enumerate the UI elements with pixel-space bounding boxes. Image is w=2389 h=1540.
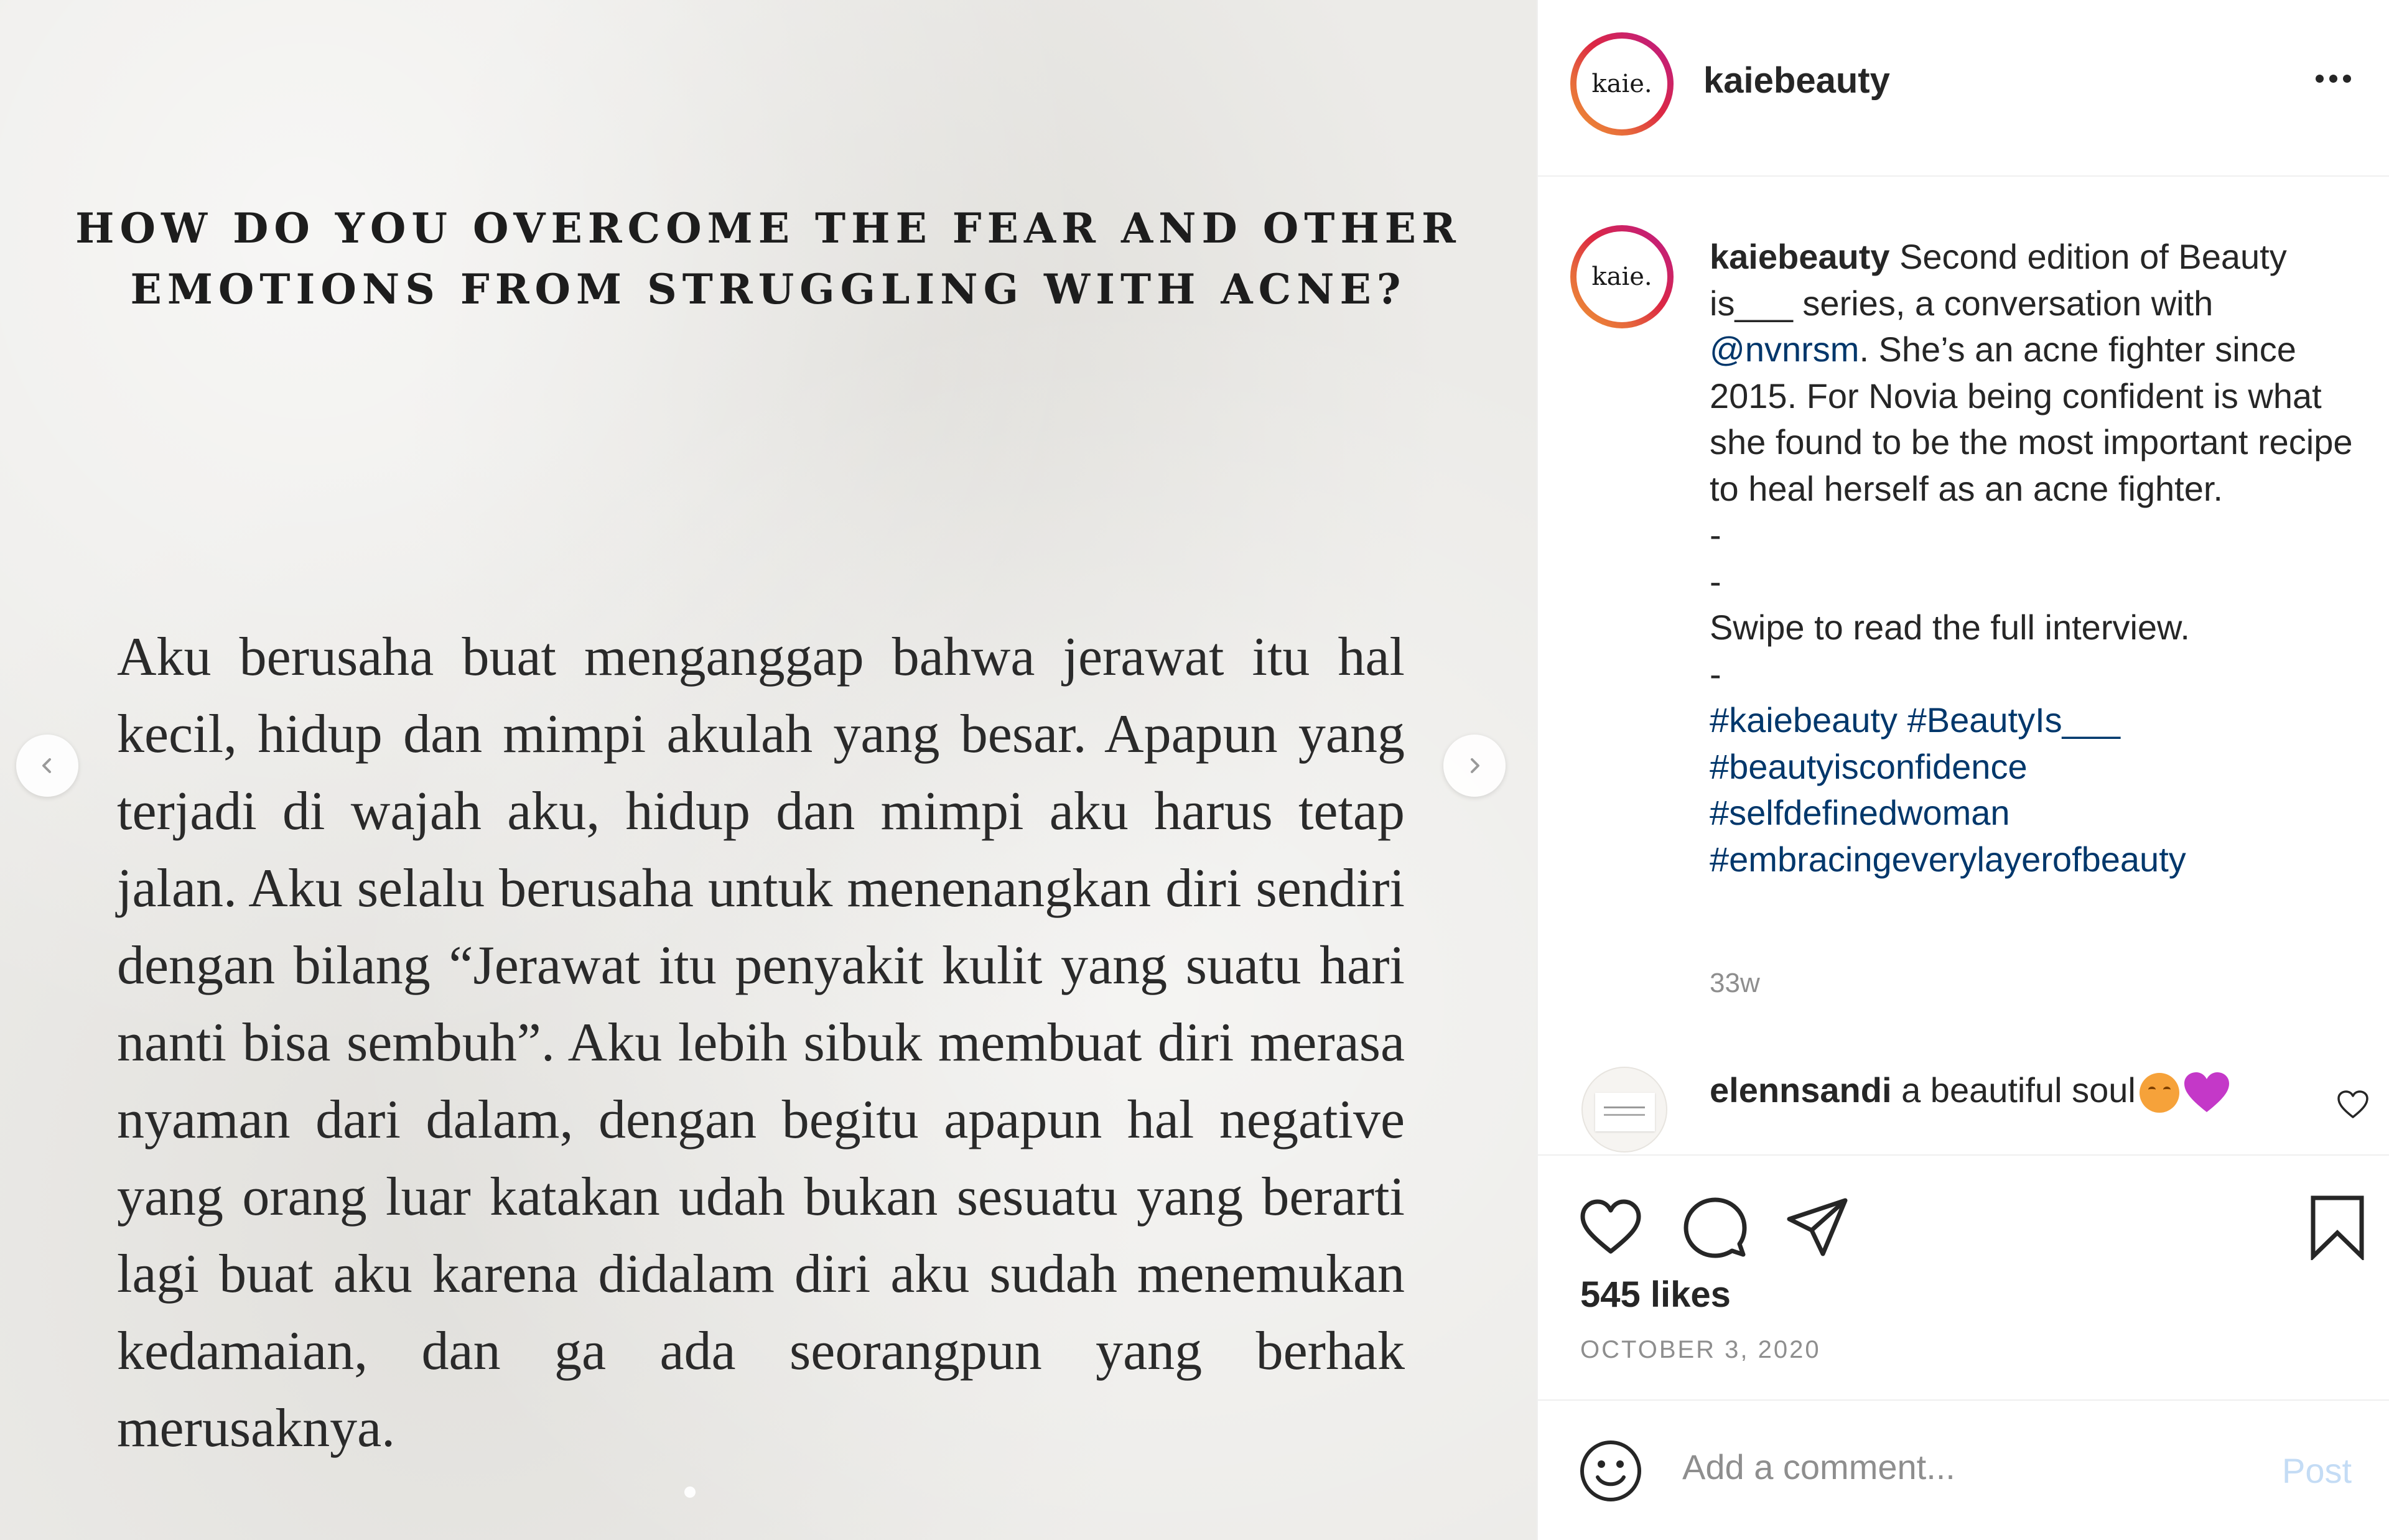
comment-username[interactable]: elennsandi [1710, 1070, 1892, 1110]
chevron-right-icon [1471, 758, 1479, 773]
caption-avatar[interactable]: kaie. [1570, 225, 1674, 328]
caption-swipe-text: Swipe to read the full interview. [1710, 608, 2190, 647]
caption-dash: - [1710, 515, 1721, 554]
smiling-face-emoji [2139, 1073, 2179, 1113]
avatar-logo: kaie. [1576, 39, 1667, 129]
commenter-avatar[interactable] [1581, 1067, 1667, 1153]
comment-text: a beautiful soul [1901, 1070, 2136, 1110]
post-image[interactable]: HOW DO YOU OVERCOME THE FEAR AND OTHER E… [0, 0, 1537, 1540]
caption-body: kaiebeauty Second edition of Beauty is__… [1710, 234, 2369, 512]
chevron-left-icon [42, 758, 51, 773]
comment-button[interactable] [1682, 1194, 1748, 1263]
post-header: kaie. kaiebeauty [1538, 0, 2389, 177]
hashtag-link[interactable]: #beautyisconfidence [1710, 747, 2028, 786]
caption-dash: - [1710, 654, 1721, 693]
emoji-picker-button[interactable] [1578, 1438, 1644, 1507]
like-button[interactable] [1578, 1194, 1644, 1263]
carousel-dot-active [684, 1487, 696, 1498]
hashtag-link[interactable]: #embracingeverylayerofbeauty [1710, 840, 2186, 879]
actions-section: 545 likes OCTOBER 3, 2020 [1538, 1154, 2389, 1401]
caption-username[interactable]: kaiebeauty [1710, 237, 1890, 276]
heart-icon [1580, 1199, 1641, 1254]
paper-plane-icon [1787, 1198, 1848, 1256]
question-heading: HOW DO YOU OVERCOME THE FEAR AND OTHER E… [0, 198, 1537, 320]
save-button[interactable] [2304, 1194, 2370, 1263]
share-button[interactable] [1784, 1194, 1850, 1263]
mention-link[interactable]: @nvnrsm [1710, 330, 1859, 369]
hashtag-link[interactable]: #selfdefinedwoman [1710, 793, 2010, 832]
question-line: EMOTIONS FROM STRUGGLING WITH ACNE? [130, 265, 1407, 313]
previous-slide-button[interactable] [16, 735, 78, 797]
question-line: HOW DO YOU OVERCOME THE FEAR AND OTHER [75, 204, 1461, 253]
add-comment-input[interactable] [1682, 1447, 2242, 1487]
avatar[interactable]: kaie. [1570, 32, 1674, 136]
more-options-icon[interactable] [2316, 75, 2351, 83]
post-comment-button[interactable]: Post [2282, 1450, 2352, 1491]
comment: elennsandi a beautiful soul [1710, 1070, 2230, 1115]
carousel-dots [684, 1487, 696, 1498]
post-date[interactable]: OCTOBER 3, 2020 [1580, 1336, 1821, 1364]
bookmark-icon [2311, 1195, 2364, 1262]
hashtag-link[interactable]: #kaiebeauty [1710, 700, 1898, 740]
likes-count[interactable]: 545 likes [1580, 1274, 1731, 1315]
purple-heart-emoji [2183, 1071, 2230, 1115]
caption-time-ago[interactable]: 33w [1710, 968, 1760, 999]
add-comment-section: Post [1538, 1398, 2389, 1540]
caption-dash: - [1710, 561, 1721, 601]
header-username[interactable]: kaiebeauty [1703, 60, 1890, 101]
smiley-icon [1580, 1440, 1641, 1501]
post-details-panel: kaie. kaiebeauty kaie. kaiebeauty Second… [1537, 0, 2389, 1540]
avatar-logo: kaie. [1576, 231, 1667, 322]
post-caption: kaiebeauty Second edition of Beauty is__… [1710, 234, 2369, 883]
comment-bubble-icon [1683, 1197, 1747, 1258]
next-slide-button[interactable] [1443, 735, 1506, 797]
answer-paragraph: Aku berusaha buat menganggap bahwa jeraw… [117, 627, 1405, 1459]
hashtag-link[interactable]: #BeautyIs___ [1907, 700, 2120, 740]
comment-like-heart-icon[interactable] [2337, 1090, 2369, 1123]
